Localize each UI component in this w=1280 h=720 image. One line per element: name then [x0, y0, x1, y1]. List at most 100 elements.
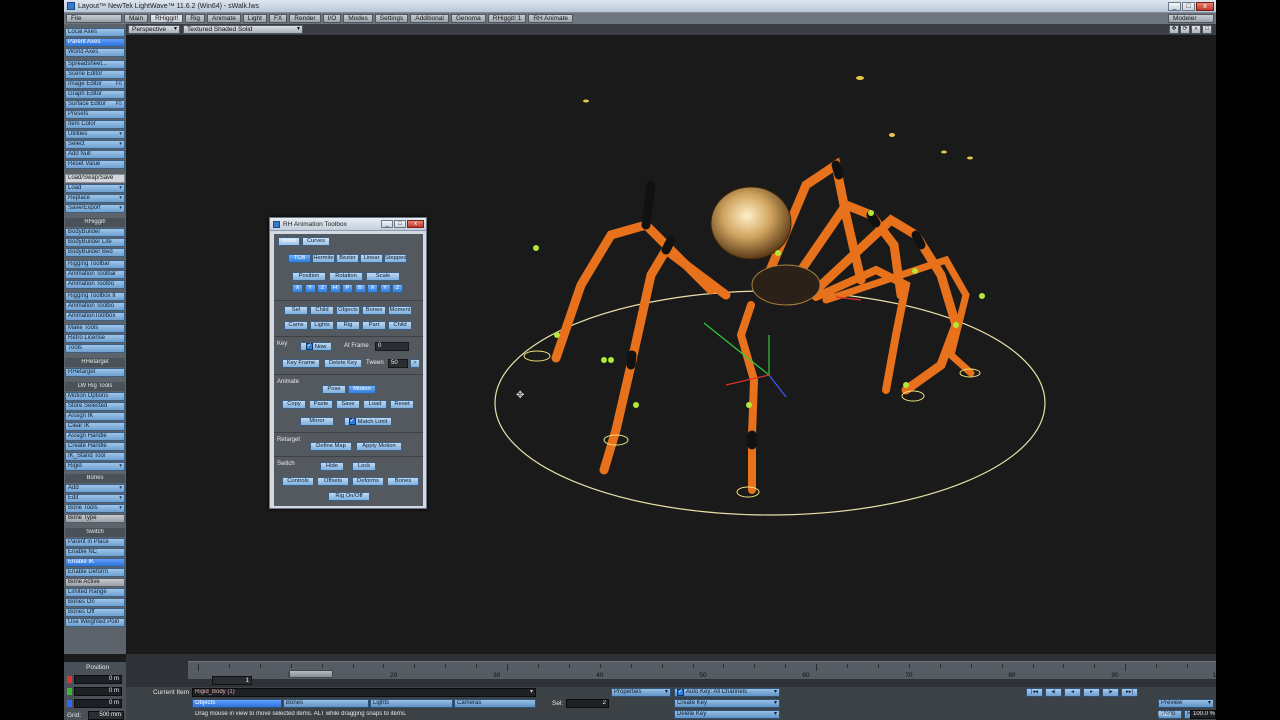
channel-b-toggle[interactable]: B: [354, 284, 366, 293]
select-child-button[interactable]: Child: [310, 306, 334, 315]
animate-pose-button[interactable]: Pose: [322, 385, 346, 394]
minimize-button[interactable]: _: [1168, 1, 1181, 11]
channel-scale-button[interactable]: Scale: [366, 272, 400, 281]
mirror-toggle[interactable]: Mirror: [300, 417, 334, 426]
curve-stepped-button[interactable]: Stepped: [384, 254, 407, 263]
channel-rotation-button[interactable]: Rotation: [329, 272, 363, 281]
tab-settings[interactable]: Settings: [374, 14, 409, 23]
now-toggle[interactable]: ✓ Now: [300, 342, 332, 351]
select-lights-button-2[interactable]: Lights: [310, 321, 334, 330]
preview-dropdown[interactable]: Preview: [1158, 699, 1214, 708]
select-rig-button-2[interactable]: Rig: [336, 321, 360, 330]
apply-motion-button[interactable]: Apply Motion: [356, 442, 402, 451]
define-map-button[interactable]: Define Map: [310, 442, 352, 451]
lights-button[interactable]: Lights: [370, 699, 453, 708]
view-mode-dropdown[interactable]: Perspective: [128, 25, 180, 34]
sidebar-item-graph-editor[interactable]: Graph Editor: [65, 90, 125, 99]
switch-lock-button[interactable]: Lock: [352, 462, 376, 471]
tab-light[interactable]: Light: [242, 14, 267, 23]
position-x-field[interactable]: 0 m: [74, 675, 122, 684]
curve-bezier-button[interactable]: Bezier: [336, 254, 359, 263]
sidebar-item-assign-ik[interactable]: Assign IK: [65, 412, 125, 421]
maximize-button[interactable]: □: [1182, 1, 1195, 11]
sidebar-item-local-axes[interactable]: Local Axes: [65, 28, 125, 37]
tab-rh-animate[interactable]: RH Animate: [528, 14, 574, 23]
auto-key-checkbox[interactable]: ✓: [677, 689, 684, 696]
select-cams-button-2[interactable]: Cams: [284, 321, 308, 330]
channel-h-toggle[interactable]: H: [329, 284, 341, 293]
prev-key-icon[interactable]: ◂|: [1045, 688, 1062, 697]
rotate-view-icon[interactable]: ⟳: [1180, 25, 1190, 34]
sidebar-item-select[interactable]: Select ▾: [65, 140, 125, 149]
sidebar-item-save-export[interactable]: Save/Export ▾: [65, 204, 125, 213]
sidebar-item-bodybuilder-lite[interactable]: BodyBuilder Lite: [65, 238, 125, 247]
modeler-button[interactable]: Modeler: [1168, 14, 1214, 23]
select-sel-button[interactable]: Sel: [284, 306, 308, 315]
toolbox-title-bar[interactable]: RH Animation Toolbox _ □ x: [270, 218, 426, 231]
auto-key-dropdown[interactable]: ✓ Auto Key: All Channels: [674, 688, 780, 697]
channel-p-toggle[interactable]: P: [342, 284, 353, 293]
sidebar-item-scene-editor[interactable]: Scene Editor: [65, 70, 125, 79]
objects-button[interactable]: Objects: [192, 699, 282, 708]
switch-offsets-button[interactable]: Offsets: [317, 477, 349, 486]
maximize-view-icon[interactable]: □: [1202, 25, 1212, 34]
fast-forward-icon[interactable]: ▸▸|: [1121, 688, 1138, 697]
select-child-button-2[interactable]: Child: [388, 321, 412, 330]
tab-file[interactable]: File: [66, 14, 122, 23]
timeline-start-field[interactable]: 1: [212, 676, 252, 685]
delete-key-button[interactable]: Delete Key: [674, 710, 780, 719]
tab-additional[interactable]: Additional: [410, 14, 449, 23]
sidebar-item-animationtoolbox[interactable]: AnimationToolbox: [65, 312, 125, 321]
zoom-view-icon[interactable]: ⌕: [1191, 25, 1201, 34]
sidebar-item-animation-toolbar[interactable]: Animation Toolbar: [65, 270, 125, 279]
toolbox-minimize-button[interactable]: _: [381, 220, 393, 228]
tab-fx[interactable]: FX: [268, 14, 288, 23]
sidebar-item-reset-value[interactable]: Reset Value: [65, 160, 125, 169]
next-key-icon[interactable]: |▸: [1102, 688, 1119, 697]
sidebar-item-image-editor[interactable]: Image Editor F6: [65, 80, 125, 89]
sidebar-item-create-handle[interactable]: Create Handle: [65, 442, 125, 451]
sidebar-item-animation-toolbo[interactable]: Animation Toolbo: [65, 302, 125, 311]
animate-copy-button[interactable]: Copy: [282, 400, 306, 409]
animate-save-button[interactable]: Save: [336, 400, 360, 409]
tab-main[interactable]: Main: [124, 14, 149, 23]
sidebar-item-motion-options[interactable]: Motion Options: [65, 392, 125, 401]
sidebar-item-bones-on[interactable]: Bones On: [65, 598, 125, 607]
position-y-field[interactable]: 0 m: [74, 687, 122, 696]
channel-x-toggle[interactable]: X: [367, 284, 378, 293]
tab-rhiggit-[interactable]: RHiggit!: [150, 14, 184, 23]
sidebar-item-rigging-toolbar[interactable]: Rigging Toolbar: [65, 260, 125, 269]
toolbox-close-button[interactable]: x: [407, 220, 424, 228]
sidebar-item-clear-ik[interactable]: Clear IK: [65, 422, 125, 431]
sidebar-item-parent-in-place[interactable]: Parent in Place: [65, 538, 125, 547]
tab-i-o[interactable]: I/O: [322, 14, 342, 23]
tab-curves[interactable]: Curves: [302, 237, 330, 246]
timeline-current-frame-handle[interactable]: [289, 670, 334, 678]
tab-modes[interactable]: Modes: [343, 14, 373, 23]
shading-mode-dropdown[interactable]: Textured Shaded Solid: [183, 25, 303, 34]
grid-size-field[interactable]: 500 mm: [88, 711, 124, 720]
sidebar-item-use-weighted-poin[interactable]: Use Weighted Poin: [65, 618, 125, 627]
animate-motion-button[interactable]: Motion: [348, 385, 376, 394]
channel-y-toggle[interactable]: Y: [379, 284, 391, 293]
sidebar-item-rigid[interactable]: Rigid ▾: [65, 462, 125, 471]
rewind-icon[interactable]: |◂◂: [1026, 688, 1043, 697]
channel-z-toggle[interactable]: Z: [317, 284, 328, 293]
tab-rhiggit-1[interactable]: RHiggit! 1: [487, 14, 527, 23]
cameras-button[interactable]: Cameras: [454, 699, 536, 708]
sidebar-item-tools[interactable]: Tools: [65, 344, 125, 353]
at-frame-field[interactable]: 0: [375, 342, 409, 351]
sidebar-item-item-color[interactable]: Item Color: [65, 120, 125, 129]
rate-field[interactable]: 100.0 %: [1190, 710, 1216, 719]
sidebar-item-store-selected[interactable]: Store Selected: [65, 402, 125, 411]
sidebar-item-enable-nc[interactable]: Enable NC: [65, 548, 125, 557]
sidebar-item-rigging-toolbox-ii[interactable]: Rigging Toolbox II: [65, 292, 125, 301]
create-key-button[interactable]: Create Key: [674, 699, 780, 708]
sidebar-item-ik-stand-tool[interactable]: IK_Stand Tool: [65, 452, 125, 461]
sidebar-item-assign-handle[interactable]: Assign Handle: [65, 432, 125, 441]
move-view-icon[interactable]: ✥: [1169, 25, 1179, 34]
sidebar-item-world-axes[interactable]: World Axes: [65, 48, 125, 57]
select-bones-button[interactable]: Bones: [362, 306, 386, 315]
key-frame-button[interactable]: Key Frame: [282, 359, 320, 368]
channel-position-button[interactable]: Position: [292, 272, 326, 281]
